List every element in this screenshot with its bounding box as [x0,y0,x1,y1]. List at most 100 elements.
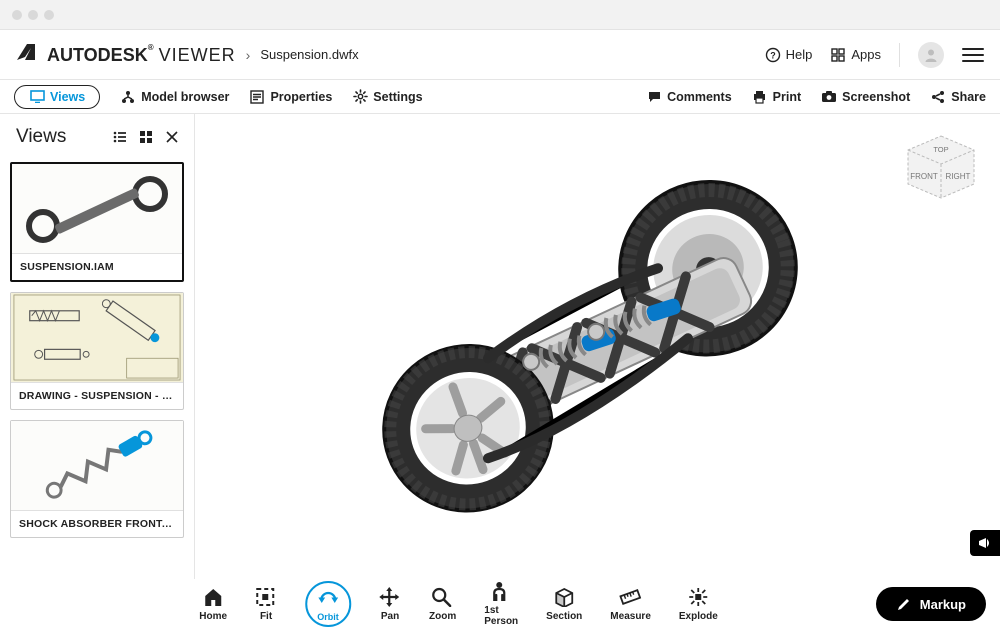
view-card-suspension[interactable]: SUSPENSION.IAM [10,162,184,282]
screenshot-button[interactable]: Screenshot [821,89,910,105]
brand-viewer-text: VIEWER [159,45,236,65]
apps-label: Apps [851,47,881,62]
measure-button[interactable]: Measure [610,587,651,622]
views-panel: Views SUSPENSION.IAM [0,114,195,579]
settings-label: Settings [373,90,422,104]
monitor-icon [29,89,45,105]
print-icon [752,89,768,105]
bottom-toolbar-center: Home Fit Orbit Pan [199,581,718,627]
megaphone-icon [977,536,993,550]
fit-label: Fit [260,611,272,622]
chrome-dot [28,10,38,20]
view-card-label: SHOCK ABSORBER FRONT.IAM [11,511,183,537]
pencil-icon [896,596,912,612]
views-label: Views [50,90,85,104]
separator [899,43,900,67]
thumbnail [11,293,183,383]
svg-text:?: ? [770,50,776,60]
explode-button[interactable]: Explode [679,587,718,622]
breadcrumb: AUTODESK® VIEWER › Suspension.dwfx [16,43,359,66]
share-button[interactable]: Share [930,89,986,105]
toolbar-left: Views Model browser Properties Settings [14,85,423,109]
view-card-shock[interactable]: SHOCK ABSORBER FRONT.IAM [10,420,184,538]
share-label: Share [951,90,986,104]
pan-label: Pan [381,611,399,622]
close-panel-icon[interactable] [164,129,180,145]
section-label: Section [546,611,582,622]
explode-label: Explode [679,611,718,622]
model-browser-label: Model browser [141,90,229,104]
comments-button[interactable]: Comments [646,89,732,105]
menu-button[interactable] [962,48,984,62]
views-tab[interactable]: Views [14,85,100,109]
toolbar: Views Model browser Properties Settings [0,80,1000,114]
viewcube-top: TOP [933,145,948,154]
thumbnail [11,421,183,511]
properties-label: Properties [270,90,332,104]
print-button[interactable]: Print [752,89,801,105]
window-chrome [0,0,1000,30]
help-button[interactable]: ? Help [765,47,813,63]
views-panel-header: Views [10,124,184,152]
model-browser-tab[interactable]: Model browser [120,89,229,105]
screenshot-label: Screenshot [842,90,910,104]
explode-icon [687,587,709,609]
viewcube[interactable]: TOP FRONT RIGHT [902,132,980,205]
top-right: ? Help Apps [765,42,984,68]
list-icon [249,89,265,105]
thumbnail [12,164,182,254]
orbit-label: Orbit [317,612,339,622]
workarea: Views SUSPENSION.IAM [0,114,1000,579]
print-label: Print [773,90,801,104]
first-person-button[interactable]: 1st Person [484,581,518,627]
chrome-dot [12,10,22,20]
help-label: Help [786,47,813,62]
tree-icon [120,89,136,105]
autodesk-mark-icon [16,45,41,65]
model-view [338,158,858,521]
orbit-button[interactable]: Orbit [305,581,351,627]
camera-icon [821,89,837,105]
apps-icon [830,47,846,63]
brand-reg: ® [148,43,154,52]
apps-button[interactable]: Apps [830,47,881,63]
zoom-icon [432,587,454,609]
comments-label: Comments [667,90,732,104]
viewcube-right: RIGHT [946,172,971,181]
markup-button[interactable]: Markup [876,587,986,621]
breadcrumb-chevron-icon: › [246,47,251,63]
orbit-icon [317,590,339,612]
3d-canvas[interactable]: TOP FRONT RIGHT [195,114,1000,579]
fit-icon [255,587,277,609]
autodesk-logo: AUTODESK® VIEWER [16,43,236,66]
pan-icon [379,587,401,609]
ruler-icon [620,587,642,609]
person-icon [490,581,512,603]
filename: Suspension.dwfx [260,47,358,62]
chrome-dot [44,10,54,20]
bottom-toolbar: Home Fit Orbit Pan [0,579,1000,629]
fit-button[interactable]: Fit [255,587,277,622]
toolbar-right: Comments Print Screenshot Share [646,89,986,105]
list-view-icon[interactable] [112,129,128,145]
section-button[interactable]: Section [546,587,582,622]
share-icon [930,89,946,105]
zoom-button[interactable]: Zoom [429,587,456,622]
home-button[interactable]: Home [199,587,227,622]
view-card-label: DRAWING - SUSPENSION - SHEET2… [11,383,183,409]
viewcube-front: FRONT [910,172,938,181]
properties-tab[interactable]: Properties [249,89,332,105]
top-header: AUTODESK® VIEWER › Suspension.dwfx ? Hel… [0,30,1000,80]
gear-icon [352,89,368,105]
markup-label: Markup [920,597,966,612]
measure-label: Measure [610,611,651,622]
view-card-drawing[interactable]: DRAWING - SUSPENSION - SHEET2… [10,292,184,410]
home-label: Home [199,611,227,622]
views-panel-header-icons [112,129,180,145]
user-avatar[interactable] [918,42,944,68]
feedback-tab[interactable] [970,530,1000,556]
pan-button[interactable]: Pan [379,587,401,622]
section-icon [553,587,575,609]
grid-view-icon[interactable] [138,129,154,145]
settings-tab[interactable]: Settings [352,89,422,105]
